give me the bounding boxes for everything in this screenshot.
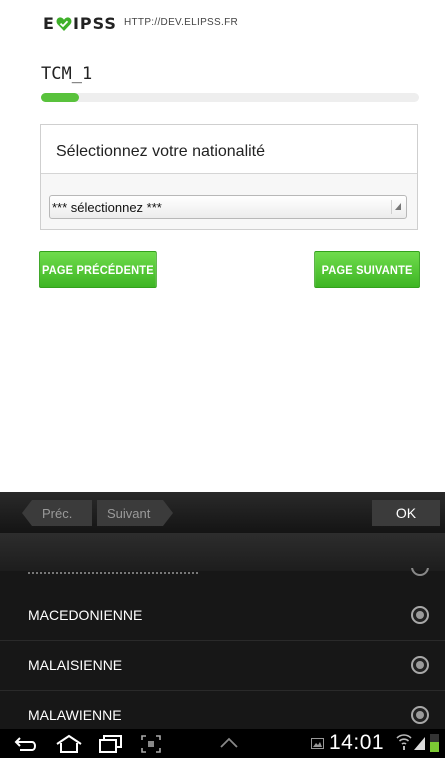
nationality-picker-list: MACEDONIENNE MALAISIENNE MALAWIENNE xyxy=(0,533,445,729)
list-item[interactable]: MALAISIENNE xyxy=(0,641,445,691)
progress-bar-fill xyxy=(41,93,79,102)
question-card: Sélectionnez votre nationalité *** sélec… xyxy=(40,124,418,230)
app-header: E IPSS HTTP://DEV.ELIPSS.FR xyxy=(0,0,445,46)
nationality-select[interactable]: *** sélectionnez *** xyxy=(49,195,407,219)
ok-button[interactable]: OK xyxy=(372,500,440,526)
previous-field-button[interactable]: Préc. xyxy=(22,500,92,526)
status-clock: 14:01 xyxy=(329,731,385,754)
screenshot-icon[interactable] xyxy=(140,734,162,754)
survey-title: TCM_1 xyxy=(41,64,93,84)
heart-check-icon xyxy=(56,16,72,31)
partial-radio-icon xyxy=(411,568,429,576)
chevron-up-icon[interactable] xyxy=(218,734,240,752)
battery-icon xyxy=(430,734,439,752)
back-icon[interactable] xyxy=(14,734,40,754)
previous-page-button[interactable]: PAGE PRÉCÉDENTE xyxy=(39,251,157,288)
card-answer-area: *** sélectionnez *** xyxy=(41,174,417,229)
option-label: MACEDONIENNE xyxy=(28,607,143,623)
question-label: Sélectionnez votre nationalité xyxy=(56,143,266,160)
picker-header xyxy=(0,533,445,571)
partial-list-item xyxy=(28,570,198,578)
progress-bar xyxy=(41,93,419,102)
select-arrow-icon xyxy=(391,200,401,214)
next-page-button[interactable]: PAGE SUIVANTE xyxy=(314,251,420,288)
logo-letters-ipss: IPSS xyxy=(72,14,117,33)
list-item[interactable]: MALAWIENNE xyxy=(0,691,445,729)
system-navigation-bar: 14:01 xyxy=(0,729,445,758)
signal-icon xyxy=(414,737,425,750)
radio-icon[interactable] xyxy=(411,706,429,724)
list-item[interactable]: MACEDONIENNE xyxy=(0,591,445,641)
wifi-icon xyxy=(396,734,412,750)
image-notification-icon xyxy=(311,738,324,749)
nationality-select-value: *** sélectionnez *** xyxy=(52,200,162,215)
form-navigation-bar: Préc. Suivant OK xyxy=(0,492,445,533)
next-field-button[interactable]: Suivant xyxy=(97,500,173,526)
option-label: MALAWIENNE xyxy=(28,707,122,723)
radio-icon[interactable] xyxy=(411,606,429,624)
logo-letter-e: E xyxy=(43,14,55,33)
option-label: MALAISIENNE xyxy=(28,657,123,673)
site-url: HTTP://DEV.ELIPSS.FR xyxy=(124,17,238,28)
recent-apps-icon[interactable] xyxy=(98,734,124,754)
home-icon[interactable] xyxy=(54,734,84,754)
radio-icon[interactable] xyxy=(411,656,429,674)
elipss-logo: E IPSS xyxy=(43,14,117,33)
